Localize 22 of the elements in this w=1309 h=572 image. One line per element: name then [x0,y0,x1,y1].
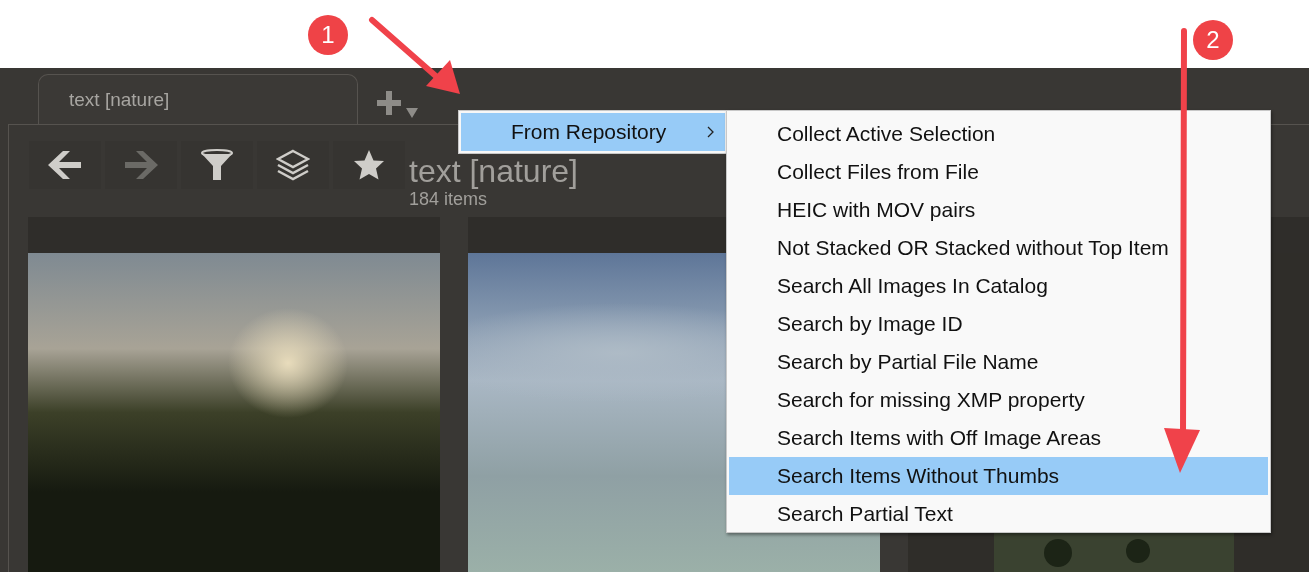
forward-arrow-icon [124,150,158,180]
menu-item[interactable]: Search by Partial File Name [729,343,1268,381]
menu-item[interactable]: Collect Files from File [729,153,1268,191]
menu-item[interactable]: HEIC with MOV pairs [729,191,1268,229]
funnel-icon [201,149,233,181]
add-icon[interactable] [376,90,402,116]
menu-item[interactable]: Search for missing XMP property [729,381,1268,419]
tab[interactable]: text [nature] [38,74,358,124]
menu-item[interactable]: Not Stacked OR Stacked without Top Item [729,229,1268,267]
back-arrow-icon [48,150,82,180]
menu-item[interactable]: Search Items Without Thumbs [729,457,1268,495]
caret-icon[interactable] [406,108,418,118]
menu-item[interactable]: Search Partial Text [729,495,1268,533]
menu-item[interactable]: Collect Active Selection [729,115,1268,153]
item-count: 184 items [409,189,489,210]
menu-item[interactable]: Search Items with Off Image Areas [729,419,1268,457]
layers-icon [276,149,310,181]
menu-item[interactable]: From Repository [461,113,725,151]
star-icon [353,149,385,181]
menu-item[interactable]: Search by Image ID [729,305,1268,343]
collection-title: text [nature] [409,154,578,188]
menu-item[interactable]: Search All Images In Catalog [729,267,1268,305]
